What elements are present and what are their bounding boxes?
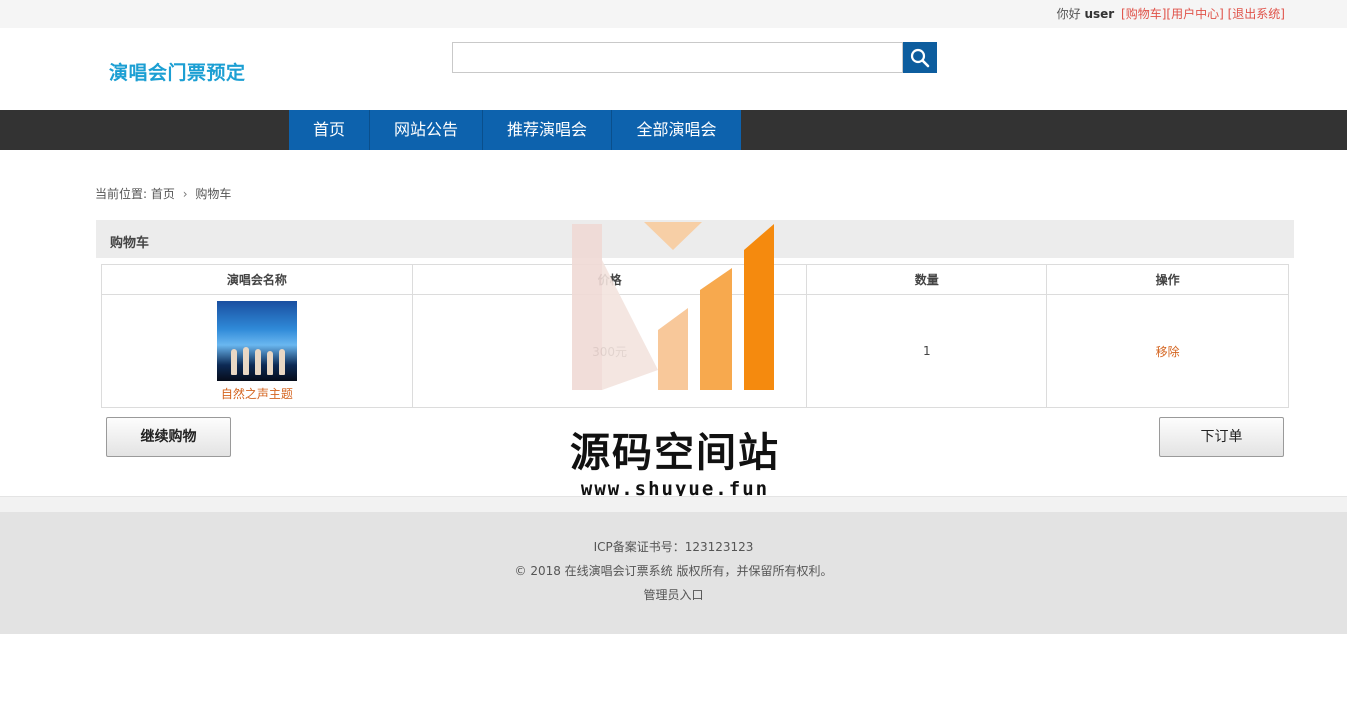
greeting: 你好 (1056, 7, 1081, 21)
nav-item-recommended[interactable]: 推荐演唱会 (483, 110, 612, 150)
remove-button[interactable]: 移除 (1156, 345, 1180, 359)
table-row: 自然之声主题 300元 1 移除 (101, 294, 1289, 408)
logout-link[interactable]: [退出系统] (1228, 7, 1285, 21)
user-center-link[interactable]: [用户中心] (1166, 7, 1223, 21)
search-input[interactable] (452, 42, 903, 73)
concert-thumbnail[interactable] (216, 300, 297, 381)
user-bar: 你好 user [购物车][用户中心] [退出系统] (1057, 5, 1285, 22)
footer-copyright: © 2018 在线演唱会订票系统 版权所有，并保留所有权利。 (514, 564, 833, 578)
breadcrumb-home[interactable]: 首页 (151, 187, 175, 201)
col-name-header: 演唱会名称 (101, 264, 413, 295)
performer-figure (254, 348, 261, 375)
search-button[interactable] (903, 42, 937, 73)
cell-action: 移除 (1046, 294, 1289, 408)
col-price-header: 价格 (411, 264, 808, 295)
cart-table: 演唱会名称 价格 数量 操作 自然之声主题 300元 1 移除 (101, 264, 1289, 408)
main-nav: 首页 网站公告 推荐演唱会 全部演唱会 (0, 110, 1347, 150)
cart-link[interactable]: [购物车] (1121, 7, 1166, 21)
top-bar: 你好 user [购物车][用户中心] [退出系统] (0, 0, 1347, 28)
footer-divider (0, 496, 1347, 512)
search-icon (910, 48, 930, 67)
continue-shopping-button[interactable]: 继续购物 (106, 417, 231, 457)
cell-price: 300元 (411, 294, 808, 408)
table-header-row: 演唱会名称 价格 数量 操作 (101, 264, 1289, 295)
breadcrumb-current: 购物车 (195, 187, 232, 201)
col-action-header: 操作 (1046, 264, 1289, 295)
admin-entry-link[interactable]: 管理员入口 (0, 586, 1347, 603)
breadcrumb-prefix: 当前位置: (95, 187, 148, 201)
performer-figure (230, 348, 237, 375)
performer-figure (278, 348, 285, 375)
chevron-right-icon: › (182, 187, 188, 201)
nav-item-announcements[interactable]: 网站公告 (370, 110, 483, 150)
breadcrumb: 当前位置: 首页 › 购物车 (95, 185, 231, 202)
concert-name-link[interactable]: 自然之声主题 (102, 385, 412, 402)
nav-item-all-concerts[interactable]: 全部演唱会 (612, 110, 741, 150)
nav-item-home[interactable]: 首页 (289, 110, 370, 150)
cell-quantity: 1 (806, 294, 1048, 408)
footer: ICP备案证书号：123123123 © 2018 在线演唱会订票系统 版权所有… (0, 512, 1347, 634)
username: user (1084, 7, 1115, 21)
cart-panel-header: 购物车 (96, 220, 1294, 258)
performer-figure (266, 350, 273, 375)
cart-title: 购物车 (110, 236, 150, 251)
footer-icp: ICP备案证书号：123123123 (593, 540, 754, 554)
watermark-title: 源码空间站 (570, 430, 780, 476)
col-quantity-header: 数量 (806, 264, 1048, 295)
cell-concert: 自然之声主题 (101, 294, 413, 408)
search-bar (452, 42, 937, 73)
place-order-button[interactable]: 下订单 (1159, 417, 1284, 457)
site-logo[interactable]: 演唱会门票预定 (109, 58, 246, 85)
performer-figure (242, 346, 249, 375)
